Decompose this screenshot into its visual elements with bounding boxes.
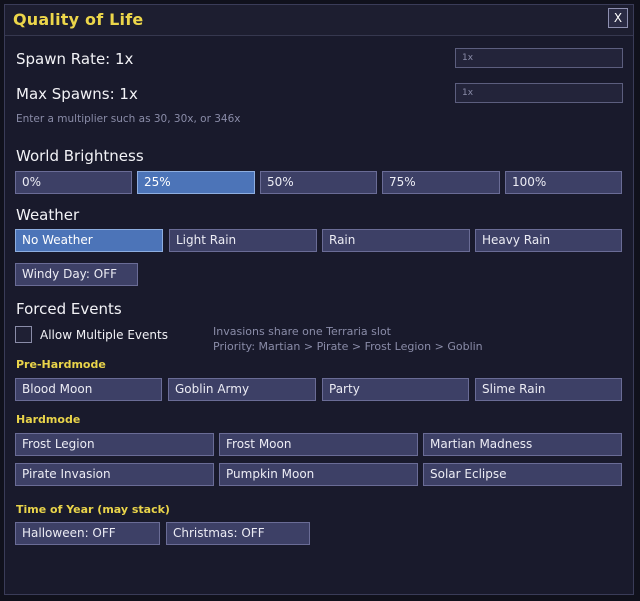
forced-events-heading: Forced Events	[16, 300, 122, 318]
spawn-rate-input[interactable]: 1x	[455, 48, 623, 68]
event-frost-legion-button[interactable]: Frost Legion	[15, 433, 214, 456]
max-spawns-input[interactable]: 1x	[455, 83, 623, 103]
event-goblin-army-button[interactable]: Goblin Army	[168, 378, 316, 401]
close-button[interactable]: X	[608, 8, 628, 28]
weather-none-button[interactable]: No Weather	[15, 229, 163, 252]
time-of-year-heading: Time of Year (may stack)	[16, 503, 170, 516]
weather-heading: Weather	[16, 206, 80, 224]
weather-light-rain-button[interactable]: Light Rain	[169, 229, 317, 252]
hardmode-heading: Hardmode	[16, 413, 81, 426]
christmas-toggle[interactable]: Christmas: OFF	[166, 522, 310, 545]
event-frost-moon-button[interactable]: Frost Moon	[219, 433, 418, 456]
event-solar-eclipse-button[interactable]: Solar Eclipse	[423, 463, 622, 486]
brightness-25-button[interactable]: 25%	[137, 171, 255, 194]
allow-multiple-events-checkbox[interactable]	[15, 326, 32, 343]
brightness-75-button[interactable]: 75%	[382, 171, 500, 194]
spawn-rate-label: Spawn Rate: 1x	[16, 50, 134, 68]
weather-rain-button[interactable]: Rain	[322, 229, 470, 252]
brightness-0-button[interactable]: 0%	[15, 171, 132, 194]
weather-heavy-rain-button[interactable]: Heavy Rain	[475, 229, 622, 252]
event-pumpkin-moon-button[interactable]: Pumpkin Moon	[219, 463, 418, 486]
pre-hardmode-heading: Pre-Hardmode	[16, 358, 106, 371]
event-martian-madness-button[interactable]: Martian Madness	[423, 433, 622, 456]
multiplier-hint: Enter a multiplier such as 30, 30x, or 3…	[16, 113, 241, 125]
title-bar: Quality of Life X	[5, 5, 633, 36]
invasion-info-line1: Invasions share one Terraria slot	[213, 325, 391, 338]
windy-day-toggle[interactable]: Windy Day: OFF	[15, 263, 138, 286]
halloween-toggle[interactable]: Halloween: OFF	[15, 522, 160, 545]
allow-multiple-events-label: Allow Multiple Events	[40, 328, 168, 342]
max-spawns-label: Max Spawns: 1x	[16, 85, 138, 103]
invasion-info-line2: Priority: Martian > Pirate > Frost Legio…	[213, 340, 483, 353]
event-party-button[interactable]: Party	[322, 378, 469, 401]
event-blood-moon-button[interactable]: Blood Moon	[15, 378, 162, 401]
world-brightness-heading: World Brightness	[16, 147, 144, 165]
brightness-50-button[interactable]: 50%	[260, 171, 377, 194]
event-pirate-invasion-button[interactable]: Pirate Invasion	[15, 463, 214, 486]
brightness-100-button[interactable]: 100%	[505, 171, 622, 194]
event-slime-rain-button[interactable]: Slime Rain	[475, 378, 622, 401]
window-title: Quality of Life	[13, 10, 144, 29]
